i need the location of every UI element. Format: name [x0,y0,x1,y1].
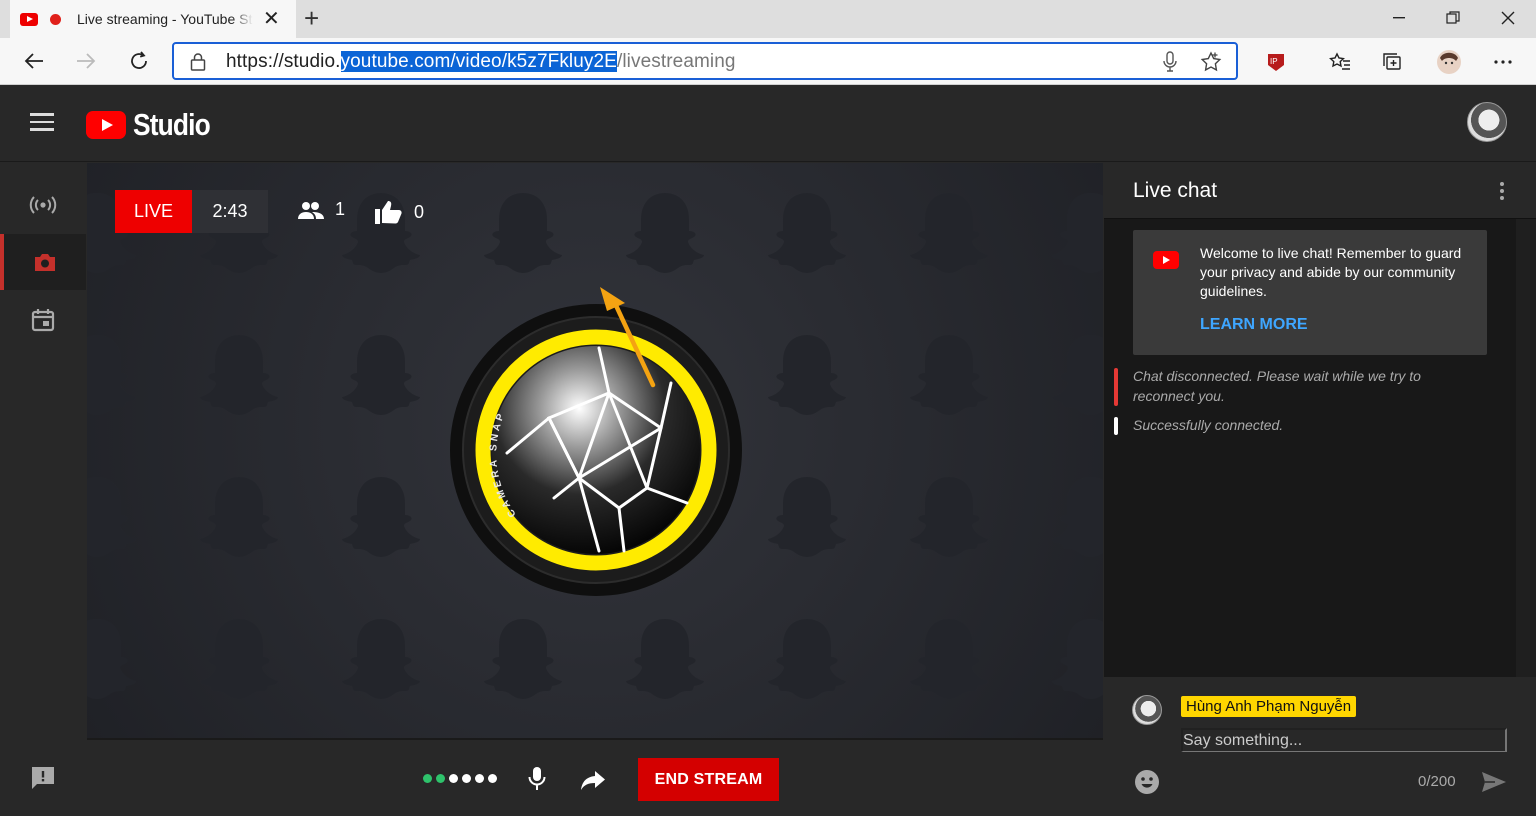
like-count-value: 0 [414,201,425,222]
welcome-message: Welcome to live chat! Remember to guard … [1133,230,1487,355]
restore-button[interactable] [1426,0,1480,36]
live-chat-panel: Live chat Welcome to live chat! Remember… [1104,163,1536,816]
chat-message-input[interactable] [1181,728,1507,752]
svg-text:IP: IP [1270,57,1278,66]
recording-indicator-icon [50,13,61,25]
stream-controls: END STREAM [87,738,1103,816]
microphone-toggle-icon[interactable] [527,766,547,792]
author-avatar [1132,695,1162,725]
refresh-icon [131,51,147,69]
status-bar [1114,417,1118,435]
profile-avatar[interactable] [1434,47,1464,77]
youtube-favicon-icon [20,12,38,26]
system-message: Chat disconnected. Please wait while we … [1114,366,1444,406]
viewers-icon [298,201,324,219]
stream-preview: LIVE 2:43 1 0 CAMERA SNAP [87,163,1103,738]
studio-logo[interactable]: Studio [86,107,223,143]
browser-tab[interactable]: Live streaming - YouTube Studio ✕ [10,0,296,38]
thumbs-up-icon [375,201,402,224]
minimize-button[interactable] [1372,0,1426,36]
rail-item-webcam[interactable] [0,234,86,290]
live-status: LIVE 2:43 [115,190,268,233]
system-message: Successfully connected. [1114,415,1444,435]
refresh-button[interactable] [121,45,157,77]
tab-title: Live streaming - YouTube Studio [77,11,253,27]
back-icon [24,53,43,69]
system-message-text: Successfully connected. [1133,417,1284,433]
forward-button[interactable] [68,45,104,77]
status-bar [1114,368,1118,406]
account-avatar[interactable] [1467,102,1507,142]
camera-icon [35,254,55,271]
back-button[interactable] [16,45,52,77]
audio-level-meter [423,774,501,783]
address-bar[interactable]: https://studio.youtube.com/video/k5z7Fkl… [172,42,1238,80]
new-tab-button[interactable]: + [304,4,319,32]
character-counter: 0/200 [1418,773,1456,790]
url-text[interactable]: https://studio.youtube.com/video/k5z7Fkl… [226,51,736,73]
elapsed-time: 2:43 [192,190,268,233]
chat-header: Live chat [1104,163,1536,219]
viewer-count: 1 [297,199,345,220]
feedback-icon [32,767,54,789]
microphone-icon[interactable] [1162,51,1178,73]
url-prefix: https://studio. [226,51,341,72]
url-suffix: /livestreaming [616,51,736,72]
learn-more-link[interactable]: LEARN MORE [1200,316,1308,334]
star-icon[interactable] [1200,51,1222,73]
youtube-logo-icon [86,111,126,139]
studio-wordmark: Studio [133,107,211,142]
rail-item-manage[interactable] [0,292,86,348]
left-rail [0,162,86,816]
collections-icon[interactable] [1378,47,1408,77]
welcome-text: Welcome to live chat! Remember to guard … [1200,245,1462,299]
chat-input-area: Hùng Anh Phạm Nguyễn 0/200 [1104,677,1536,816]
browser-tab-bar: Live streaming - YouTube Studio ✕ + [0,0,1536,38]
more-icon[interactable] [1488,47,1518,77]
close-window-button[interactable] [1481,0,1535,36]
chat-scrollbar[interactable] [1516,219,1536,677]
send-feedback-button[interactable] [0,750,86,806]
browser-toolbar: https://studio.youtube.com/video/k5z7Fkl… [0,38,1536,111]
url-highlighted-segment: youtube.com/video/k5z7Fkluy2E [340,51,617,72]
youtube-logo-icon [1153,251,1179,269]
broadcast-icon [29,196,57,214]
hamburger-menu-icon[interactable] [30,113,54,133]
system-message-text: Chat disconnected. Please wait while we … [1133,368,1421,404]
like-count: 0 [374,199,424,225]
author-name: Hùng Anh Phạm Nguyễn [1181,696,1357,717]
favorites-icon[interactable] [1325,47,1355,77]
tab-close-icon[interactable]: ✕ [263,9,280,29]
live-badge: LIVE [115,190,192,233]
rail-item-stream[interactable] [0,177,86,233]
chat-more-icon[interactable] [1498,181,1506,201]
extension-icon[interactable]: IP [1261,47,1291,77]
chat-title: Live chat [1133,179,1218,202]
viewer-count-value: 1 [335,199,346,219]
send-icon[interactable] [1480,770,1508,794]
lock-icon [190,53,206,71]
share-icon[interactable] [580,769,606,791]
calendar-icon [31,309,55,332]
forward-icon [77,53,96,69]
studio-header: Studio [0,85,1536,162]
end-stream-button[interactable]: END STREAM [638,758,779,801]
emoji-icon[interactable] [1134,769,1160,795]
annotation-arrow [600,287,656,388]
